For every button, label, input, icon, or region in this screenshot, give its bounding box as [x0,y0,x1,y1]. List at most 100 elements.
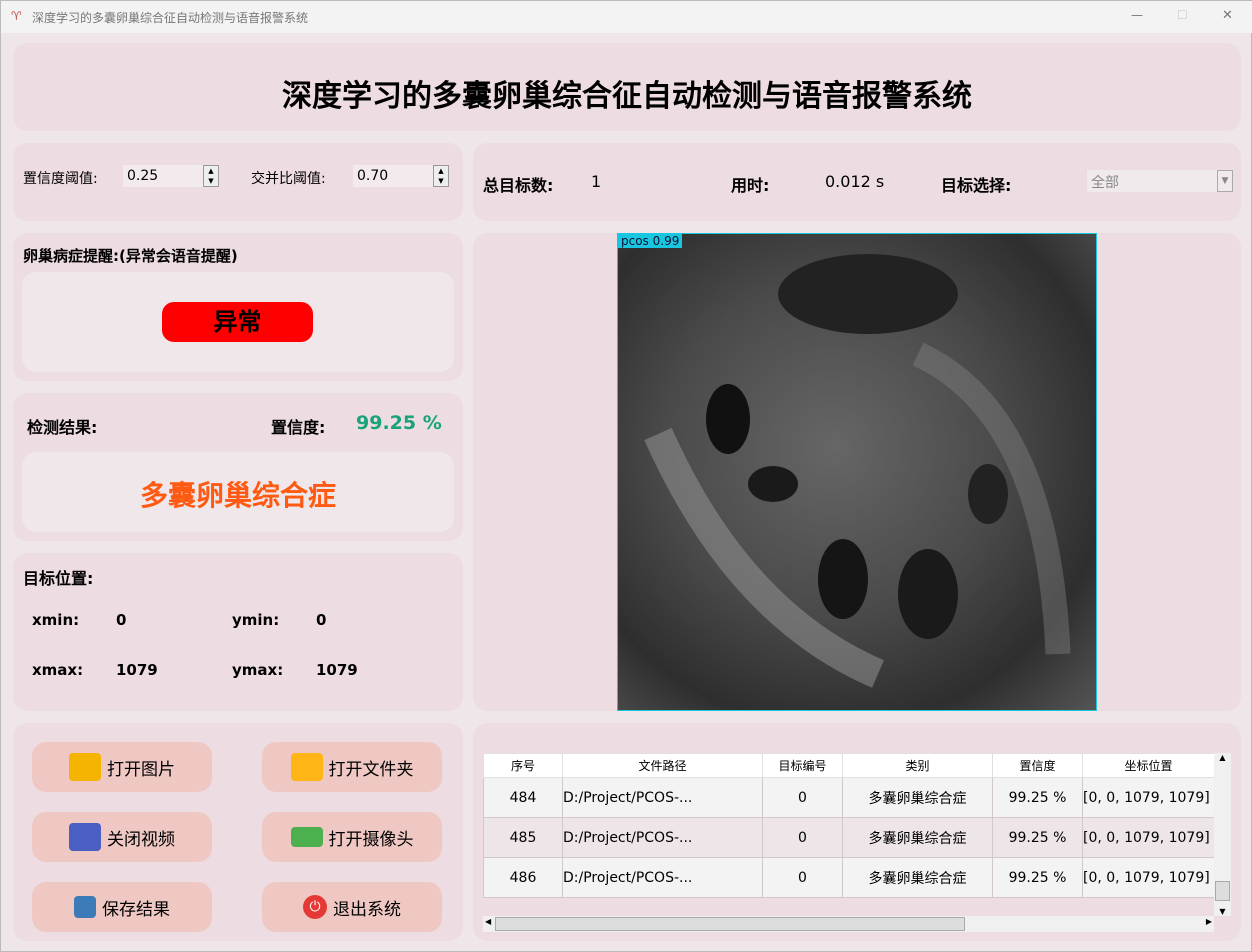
power-icon: ⏻ [303,895,327,919]
exit-button[interactable]: ⏻ 退出系统 [262,882,442,932]
open-folder-label: 打开文件夹 [328,759,414,780]
conf-spinbox[interactable]: 0.25 ▲ ▼ [123,165,219,187]
image-icon [69,753,101,781]
image-panel: pcos 0.99 [473,233,1241,711]
xmax-label: xmax: [32,661,84,679]
scroll-thumb[interactable] [1215,881,1230,901]
scroll-right-icon[interactable]: ▶ [1206,917,1212,926]
iou-spinbox[interactable]: 0.70 ▲ ▼ [353,165,449,187]
conf-result-value: 99.25 % [356,412,442,434]
chevron-down-icon[interactable]: ▼ [1217,170,1233,192]
open-camera-button[interactable]: 打开摄像头 [262,812,442,862]
table-cell[interactable]: 486 [483,857,563,898]
results-table[interactable]: 483D:/Project/PCOS-...0多囊卵巢综合症99.25 %[0,… [483,753,1214,916]
spin-arrows-icon[interactable]: ▲ ▼ [203,165,219,187]
header-panel: 深度学习的多囊卵巢综合征自动检测与语音报警系统 [13,43,1241,131]
position-panel: 目标位置: xmin: 0 ymin: 0 xmax: 1079 ymax: 1… [13,553,463,711]
table-row[interactable]: 485 D:/Project/PCOS-... 0 多囊卵巢综合症 99.25 % [0,… [483,817,1214,858]
column-header[interactable]: 置信度 [992,753,1083,778]
xmin-label: xmin: [32,611,80,629]
table-cell[interactable]: 99.25 % [992,817,1083,858]
result-label: 检测结果: [27,418,98,437]
select-label: 目标选择: [941,176,1012,195]
hscroll-thumb[interactable] [495,917,965,931]
ymin-label: ymin: [232,611,280,629]
title-bar: ♈ 深度学习的多囊卵巢综合征自动检测与语音报警系统 — ☐ ✕ [1,1,1252,33]
table-cell[interactable]: D:/Project/PCOS-... [562,857,763,898]
time-label: 用时: [731,176,770,195]
params-panel: 置信度阈值: 0.25 ▲ ▼ 交并比阈值: 0.70 ▲ ▼ [13,143,463,221]
table-row[interactable]: 484 D:/Project/PCOS-... 0 多囊卵巢综合症 99.25 % [0,… [483,777,1214,818]
table-cell[interactable]: D:/Project/PCOS-... [562,817,763,858]
table-cell[interactable]: 多囊卵巢综合症 [842,817,993,858]
column-header[interactable]: 序号 [483,753,563,778]
iou-label: 交并比阈值: [251,171,326,187]
target-select[interactable]: 全部 ▼ [1087,170,1233,192]
scroll-up-icon[interactable]: ▲ [1214,753,1231,762]
ymax-value: 1079 [316,661,358,679]
ymax-label: ymax: [232,661,284,679]
table-cell[interactable]: 99.25 % [992,857,1083,898]
open-folder-button[interactable]: 打开文件夹 [262,742,442,792]
table-cell[interactable]: 0 [762,857,843,898]
window-title: 深度学习的多囊卵巢综合征自动检测与语音报警系统 [32,11,309,25]
table-row[interactable]: 486 D:/Project/PCOS-... 0 多囊卵巢综合症 99.25 % [0,… [483,857,1214,898]
table-panel: 483D:/Project/PCOS-...0多囊卵巢综合症99.25 %[0,… [473,723,1241,941]
close-button[interactable]: ✕ [1222,8,1233,23]
video-icon [69,823,101,851]
close-video-label: 关闭视频 [107,829,175,850]
app-icon: ♈ [11,9,22,23]
table-cell[interactable]: 484 [483,777,563,818]
maximize-button[interactable]: ☐ [1177,8,1188,22]
ultrasound-image-texture [644,254,1071,688]
iou-value[interactable]: 0.70 [357,168,388,184]
conf-value[interactable]: 0.25 [127,168,158,184]
spin-arrows-icon[interactable]: ▲ ▼ [433,165,449,187]
table-cell[interactable]: D:/Project/PCOS-... [562,777,763,818]
button-panel: 打开图片 打开文件夹 关闭视频 打开摄像头 保存结果 ⏻ 退出系统 [13,723,463,941]
column-header[interactable]: 坐标位置 [1082,753,1214,778]
xmin-value: 0 [116,611,127,629]
vertical-scrollbar[interactable]: ▲ ▼ [1214,753,1231,916]
conf-result-label: 置信度: [271,418,326,437]
exit-label: 退出系统 [333,899,401,920]
column-header[interactable]: 类别 [842,753,993,778]
total-value: 1 [591,172,602,191]
table-cell[interactable]: [0, 0, 1079, 1079] [1082,777,1214,818]
horizontal-scrollbar[interactable]: ◀ ▶ [483,916,1214,932]
table-cell[interactable]: [0, 0, 1079, 1079] [1082,857,1214,898]
table-cell[interactable]: 多囊卵巢综合症 [842,777,993,818]
conf-label: 置信度阈值: [23,171,98,187]
table-cell[interactable]: 多囊卵巢综合症 [842,857,993,898]
alert-box: 异常 [22,272,454,372]
table-cell[interactable]: 0 [762,817,843,858]
page-title: 深度学习的多囊卵巢综合征自动检测与语音报警系统 [282,79,972,114]
scroll-left-icon[interactable]: ◀ [485,917,491,926]
alert-status-badge: 异常 [162,302,313,342]
ultrasound-image: pcos 0.99 [617,233,1097,711]
alert-panel: 卵巢病症提醒:(异常会语音提醒) 异常 [13,233,463,381]
detection-box-label: pcos 0.99 [618,234,683,248]
save-icon [74,896,96,918]
alert-title: 卵巢病症提醒:(异常会语音提醒) [23,247,238,265]
open-camera-label: 打开摄像头 [328,829,414,850]
open-image-button[interactable]: 打开图片 [32,742,212,792]
save-label: 保存结果 [102,899,170,920]
close-video-button[interactable]: 关闭视频 [32,812,212,862]
select-value[interactable]: 全部 [1091,175,1119,191]
table-cell[interactable]: 99.25 % [992,777,1083,818]
table-cell[interactable]: 485 [483,817,563,858]
open-image-label: 打开图片 [107,759,175,780]
scroll-down-icon[interactable]: ▼ [1214,907,1231,916]
save-button[interactable]: 保存结果 [32,882,212,932]
result-panel: 检测结果: 置信度: 99.25 % 多囊卵巢综合症 [13,393,463,541]
xmax-value: 1079 [116,661,158,679]
column-header[interactable]: 目标编号 [762,753,843,778]
result-box: 多囊卵巢综合症 [22,452,454,532]
position-title: 目标位置: [23,569,94,588]
table-cell[interactable]: [0, 0, 1079, 1079] [1082,817,1214,858]
column-header[interactable]: 文件路径 [562,753,763,778]
result-class: 多囊卵巢综合症 [139,479,336,512]
minimize-button[interactable]: — [1131,8,1143,22]
table-cell[interactable]: 0 [762,777,843,818]
